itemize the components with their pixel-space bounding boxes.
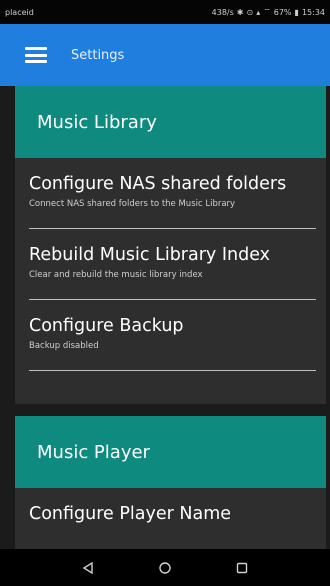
section-music-library: Music Library Configure NAS shared folde… <box>15 86 326 404</box>
item-summary: Backup disabled <box>29 341 99 351</box>
bluetooth-icon: ✱ <box>236 7 244 17</box>
configure-backup-item[interactable]: Configure Backup Backup disabled <box>29 300 316 358</box>
item-title: Rebuild Music Library Index <box>29 245 271 265</box>
item-title: Configure NAS shared folders <box>29 174 287 194</box>
section-header: Music Library <box>15 86 326 158</box>
section-music-player: Music Player Configure Player Name <box>15 416 326 549</box>
status-bar: placeid 438/s ✱ ⊙ ▴ ⌔ 67% ▮ 15:34 <box>0 0 330 24</box>
back-icon[interactable] <box>78 558 98 578</box>
divider <box>29 370 316 371</box>
carrier-label: placeid <box>5 7 34 17</box>
rebuild-index-item[interactable]: Rebuild Music Library Index Clear and re… <box>29 229 316 287</box>
item-summary: Connect NAS shared folders to the Music … <box>29 199 236 209</box>
network-speed-label: 438/s <box>211 7 234 17</box>
signal-icon: ▴ <box>256 7 261 17</box>
configure-player-name-item[interactable]: Configure Player Name <box>29 488 316 546</box>
navigation-bar <box>0 549 330 586</box>
item-summary: Clear and rebuild the music library inde… <box>29 270 203 280</box>
recents-icon[interactable] <box>232 558 252 578</box>
hamburger-icon[interactable] <box>25 47 47 63</box>
status-icons: 438/s ✱ ⊙ ▴ ⌔ 67% ▮ 15:34 <box>212 7 325 17</box>
item-title: Configure Player Name <box>29 504 232 524</box>
settings-list[interactable]: Music Library Configure NAS shared folde… <box>0 86 330 549</box>
app-bar: Settings <box>0 24 330 86</box>
section-header: Music Player <box>15 416 326 488</box>
page-title: Settings <box>71 47 125 63</box>
item-title: Configure Backup <box>29 316 184 336</box>
battery-label: 67% <box>273 7 292 17</box>
home-icon[interactable] <box>155 558 175 578</box>
configure-nas-folders-item[interactable]: Configure NAS shared folders Connect NAS… <box>29 158 316 216</box>
wifi-icon: ⌔ <box>263 7 271 16</box>
clock-label: 15:34 <box>301 7 325 17</box>
battery-icon: ▮ <box>294 7 299 17</box>
alarm-icon: ⊙ <box>246 7 254 17</box>
